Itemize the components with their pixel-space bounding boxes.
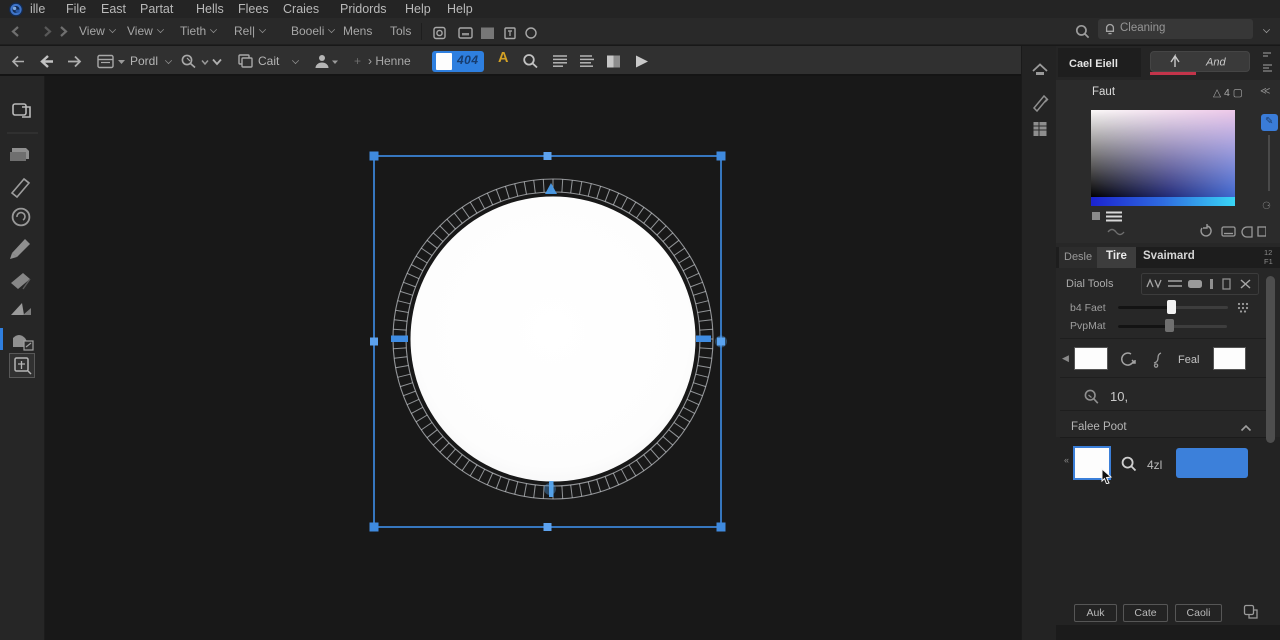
svg-text:And: And [1205, 57, 1226, 69]
